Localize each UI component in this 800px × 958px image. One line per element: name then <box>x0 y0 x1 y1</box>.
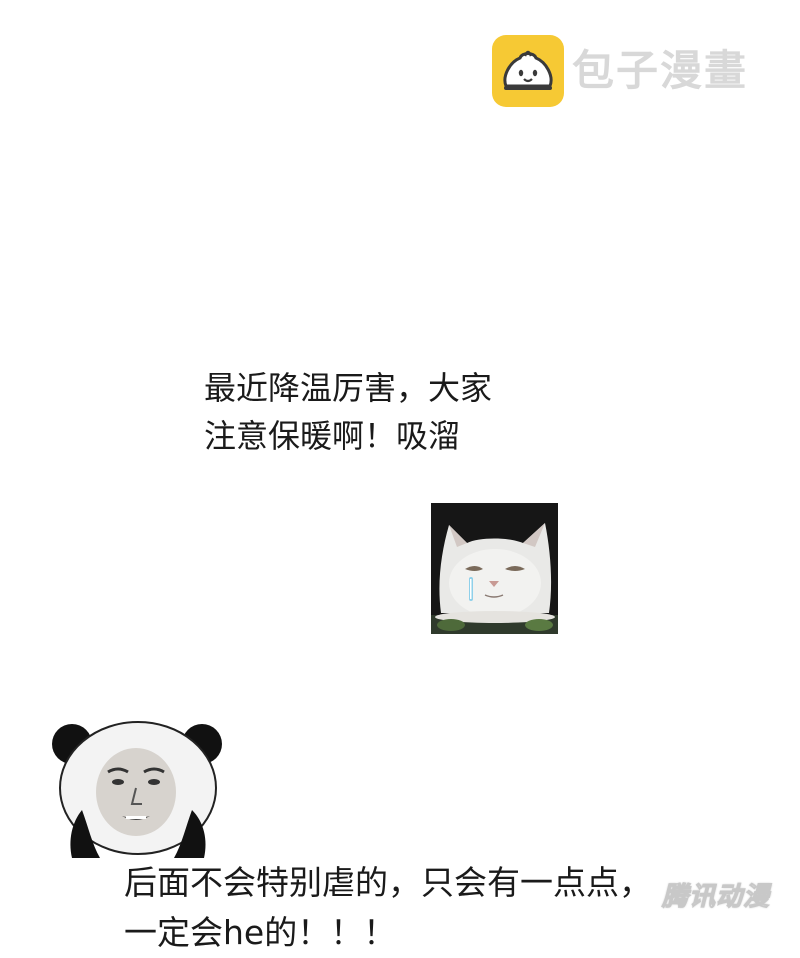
panda-meme-sticker <box>52 714 224 858</box>
author-note: 最近降温厉害，大家 注意保暖啊！吸溜 <box>204 364 492 460</box>
tencent-comics-watermark: 腾讯动漫 <box>661 882 771 913</box>
bun-face-icon <box>492 35 564 107</box>
author-note-line-2: 注意保暖啊！吸溜 <box>204 417 461 455</box>
panda-meme-graphic <box>52 714 224 858</box>
bottom-note-line-1: 后面不会特别虐的，只会有一点点， <box>124 863 652 902</box>
logo-watermark: 包子漫畫 <box>492 34 748 108</box>
logo-text: 包子漫畫 <box>572 46 749 95</box>
bottom-note: 后面不会特别虐的，只会有一点点， 一定会he的！！！ <box>124 858 652 958</box>
bun-face-icon-graphic <box>503 50 553 90</box>
author-note-line-1: 最近降温厉害，大家 <box>204 369 493 407</box>
bottom-note-line-2: 一定会he的！！！ <box>124 913 397 952</box>
cat-meme-graphic <box>431 503 558 634</box>
cat-meme-sticker <box>431 503 558 634</box>
